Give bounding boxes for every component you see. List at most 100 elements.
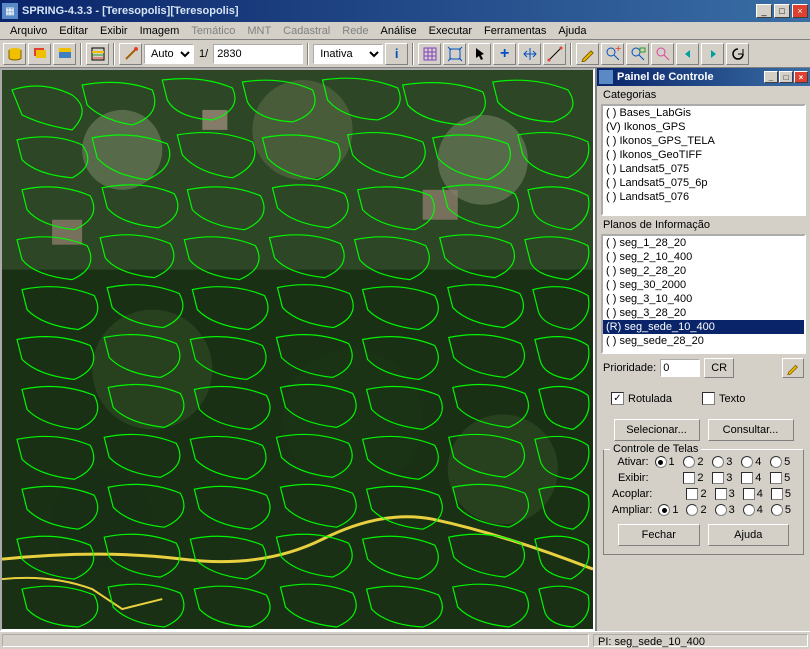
prev-view-icon[interactable] bbox=[676, 43, 699, 65]
menu-arquivo[interactable]: Arquivo bbox=[4, 24, 53, 38]
categorias-listbox[interactable]: ( ) Bases_LabGis(V) Ikonos_GPS( ) Ikonos… bbox=[601, 104, 806, 216]
menu-rede[interactable]: Rede bbox=[336, 24, 374, 38]
zoom-plus-icon[interactable]: + bbox=[601, 43, 624, 65]
consultar-button[interactable]: Consultar... bbox=[708, 419, 794, 441]
list-item[interactable]: ( ) seg_3_28_20 bbox=[603, 306, 804, 320]
ajuda-button[interactable]: Ajuda bbox=[708, 524, 790, 546]
list-item[interactable]: (V) Ikonos_GPS bbox=[603, 120, 804, 134]
selecionar-button[interactable]: Selecionar... bbox=[614, 419, 700, 441]
menu-imagem[interactable]: Imagem bbox=[134, 24, 186, 38]
rotulada-checkbox[interactable]: ✓ Rotulada bbox=[611, 392, 672, 405]
list-item[interactable]: ( ) Landsat5_075 bbox=[603, 162, 804, 176]
exibir-check-5[interactable] bbox=[770, 472, 782, 484]
panel-title-text: Painel de Controle bbox=[617, 71, 714, 83]
list-item[interactable]: ( ) seg_3_10_400 bbox=[603, 292, 804, 306]
exibir-check-3[interactable] bbox=[712, 472, 724, 484]
list-item[interactable]: (R) seg_sede_10_400 bbox=[603, 320, 804, 334]
menu-executar[interactable]: Executar bbox=[423, 24, 478, 38]
next-view-icon[interactable] bbox=[701, 43, 724, 65]
controle-telas-fieldset: Controle de Telas Ativar: 1 2 3 4 5 Exib… bbox=[603, 449, 804, 555]
minimize-button[interactable]: _ bbox=[756, 4, 772, 18]
panel-minimize-button[interactable]: _ bbox=[764, 71, 778, 83]
menu-ferramentas[interactable]: Ferramentas bbox=[478, 24, 552, 38]
prioridade-input[interactable] bbox=[660, 359, 700, 377]
ampliar-radio-5[interactable] bbox=[771, 504, 783, 516]
menu-exibir[interactable]: Exibir bbox=[94, 24, 134, 38]
list-item[interactable]: ( ) seg_1_28_20 bbox=[603, 236, 804, 250]
info-icon[interactable]: i bbox=[385, 43, 408, 65]
rotulada-label: Rotulada bbox=[628, 393, 672, 405]
panel-icon bbox=[599, 70, 613, 84]
ativar-radio-5[interactable] bbox=[770, 456, 782, 468]
exibir-check-2[interactable] bbox=[683, 472, 695, 484]
list-item[interactable]: ( ) seg_2_10_400 bbox=[603, 250, 804, 264]
menu-mnt[interactable]: MNT bbox=[241, 24, 277, 38]
acoplar-check-3[interactable] bbox=[715, 488, 727, 500]
list-item[interactable]: ( ) Bases_LabGis bbox=[603, 106, 804, 120]
acoplar-check-4[interactable] bbox=[743, 488, 755, 500]
texto-label: Texto bbox=[719, 393, 745, 405]
cursor-icon[interactable] bbox=[468, 43, 491, 65]
panel-maximize-button[interactable]: □ bbox=[779, 71, 793, 83]
zoom-extent-icon[interactable] bbox=[443, 43, 466, 65]
list-item[interactable]: ( ) Ikonos_GeoTIFF bbox=[603, 148, 804, 162]
acoplar-row: Acoplar: 2 3 4 5 bbox=[608, 486, 799, 502]
ampliar-label: Ampliar: bbox=[612, 504, 652, 516]
pencil-icon[interactable] bbox=[576, 43, 599, 65]
grid-icon[interactable] bbox=[418, 43, 441, 65]
menu-analise[interactable]: Análise bbox=[375, 24, 423, 38]
map-view[interactable] bbox=[0, 68, 595, 631]
overlay-icon[interactable] bbox=[53, 43, 76, 65]
menu-ajuda[interactable]: Ajuda bbox=[552, 24, 592, 38]
ativar-radio-4[interactable] bbox=[741, 456, 753, 468]
refresh-icon[interactable] bbox=[726, 43, 749, 65]
panel-close-button[interactable]: × bbox=[794, 71, 808, 83]
database-icon[interactable] bbox=[3, 43, 26, 65]
pan-icon[interactable] bbox=[518, 43, 541, 65]
close-button[interactable]: × bbox=[792, 4, 808, 18]
zoom-window-icon[interactable] bbox=[626, 43, 649, 65]
ativar-row: Ativar: 1 2 3 4 5 bbox=[608, 454, 799, 470]
categorias-label: Categorias bbox=[597, 86, 810, 104]
ativar-radio-2[interactable] bbox=[683, 456, 695, 468]
maximize-button[interactable]: □ bbox=[774, 4, 790, 18]
scale-input[interactable] bbox=[213, 44, 303, 64]
measure-icon[interactable] bbox=[543, 43, 566, 65]
acoplar-label: Acoplar: bbox=[612, 488, 652, 500]
panel-icon[interactable] bbox=[86, 43, 109, 65]
texto-checkbox[interactable]: Texto bbox=[702, 392, 745, 405]
list-item[interactable]: ( ) seg_sede_28_20 bbox=[603, 334, 804, 348]
ampliar-radio-4[interactable] bbox=[743, 504, 755, 516]
list-item[interactable]: ( ) seg_30_2000 bbox=[603, 278, 804, 292]
ampliar-radio-2[interactable] bbox=[686, 504, 698, 516]
ampliar-radio-3[interactable] bbox=[715, 504, 727, 516]
list-item[interactable]: ( ) Landsat5_075_6p bbox=[603, 176, 804, 190]
exibir-row: Exibir: 2 3 4 5 bbox=[608, 470, 799, 486]
zoom-out-icon[interactable] bbox=[651, 43, 674, 65]
title-bar: ▦ SPRING-4.3.3 - [Teresopolis][Teresopol… bbox=[0, 0, 810, 22]
exibir-check-4[interactable] bbox=[741, 472, 753, 484]
edit-pencil-icon[interactable] bbox=[782, 358, 804, 378]
draw-icon[interactable] bbox=[119, 43, 142, 65]
acoplar-check-5[interactable] bbox=[771, 488, 783, 500]
ativar-radio-1[interactable] bbox=[655, 456, 667, 468]
menu-cadastral[interactable]: Cadastral bbox=[277, 24, 336, 38]
status-select[interactable]: Inativa bbox=[313, 44, 383, 64]
menu-editar[interactable]: Editar bbox=[53, 24, 94, 38]
zoom-in-icon[interactable]: + bbox=[493, 43, 516, 65]
separator bbox=[80, 43, 82, 65]
list-item[interactable]: ( ) Landsat5_076 bbox=[603, 190, 804, 204]
panel-buttons-row: Fechar Ajuda bbox=[608, 518, 799, 550]
list-item[interactable]: ( ) seg_2_28_20 bbox=[603, 264, 804, 278]
ampliar-radio-1[interactable] bbox=[658, 504, 670, 516]
fechar-button[interactable]: Fechar bbox=[618, 524, 700, 546]
planos-listbox[interactable]: ( ) seg_1_28_20( ) seg_2_10_400( ) seg_2… bbox=[601, 234, 806, 354]
acoplar-check-2[interactable] bbox=[686, 488, 698, 500]
separator bbox=[570, 43, 572, 65]
menu-tematico[interactable]: Temático bbox=[185, 24, 241, 38]
list-item[interactable]: ( ) Ikonos_GPS_TELA bbox=[603, 134, 804, 148]
cr-button[interactable]: CR bbox=[704, 358, 734, 378]
ativar-radio-3[interactable] bbox=[712, 456, 724, 468]
layers-icon[interactable] bbox=[28, 43, 51, 65]
scale-mode-select[interactable]: Auto bbox=[144, 44, 194, 64]
